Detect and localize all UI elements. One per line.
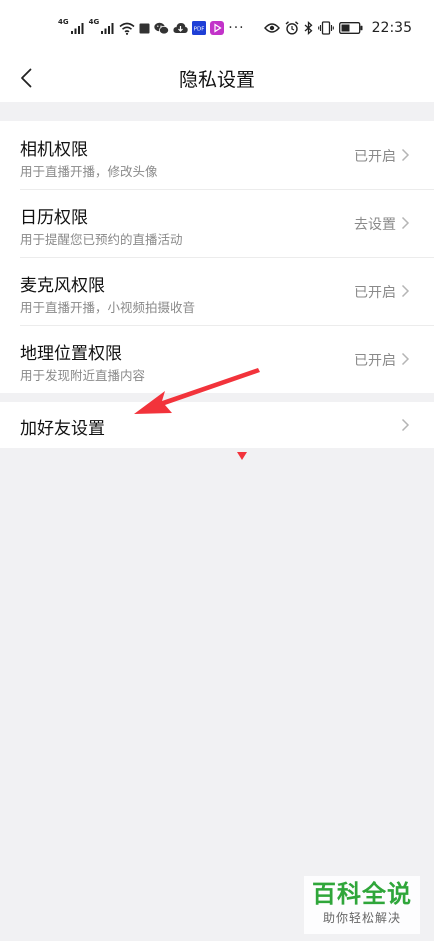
- pdf-icon: PDF: [192, 21, 207, 35]
- calendar-permission-row[interactable]: 日历权限 用于提醒您已预约的直播活动 去设置: [0, 189, 434, 257]
- stop-icon: [139, 23, 150, 33]
- cloud-icon: [173, 23, 188, 33]
- annotation-marker: [237, 452, 247, 460]
- permissions-group: 相机权限 用于直播开播，修改头像 已开启 日历权限 用于提醒您已预约的直播活动 …: [0, 121, 434, 393]
- friend-settings-group: 加好友设置: [0, 402, 434, 448]
- chevron-right-icon: [401, 418, 410, 432]
- row-subtitle: 用于提醒您已预约的直播活动: [20, 232, 183, 247]
- row-subtitle: 用于直播开播，小视频拍摄收音: [20, 300, 196, 315]
- microphone-permission-row[interactable]: 麦克风权限 用于直播开播，小视频拍摄收音 已开启: [0, 257, 434, 325]
- page-title: 隐私设置: [178, 69, 255, 91]
- row-status: 去设置: [354, 217, 396, 233]
- alarm-icon: [285, 21, 299, 35]
- eye-icon: [263, 23, 280, 33]
- chevron-right-icon: [401, 352, 410, 366]
- chevron-right-icon: [401, 148, 410, 162]
- more-notifications-indicator: ···: [228, 20, 245, 36]
- signal-icon: [101, 23, 114, 34]
- row-title: 日历权限: [20, 208, 88, 228]
- row-title: 麦克风权限: [20, 276, 105, 296]
- watermark-sub-text: 助你轻松解决: [322, 911, 401, 925]
- network-label-1: 4G: [58, 18, 69, 26]
- watermark-logo: 百科全说 助你轻松解决: [304, 876, 420, 934]
- add-friend-settings-row[interactable]: 加好友设置: [0, 402, 434, 448]
- row-status: 已开启: [354, 353, 396, 369]
- wechat-icon: [154, 22, 170, 34]
- play-icon: [210, 21, 225, 35]
- chevron-right-icon: [401, 284, 410, 298]
- chevron-right-icon: [401, 216, 410, 230]
- bluetooth-icon: [304, 21, 313, 35]
- status-bar-right: 22:35: [263, 18, 412, 38]
- status-bar: 4G 4G PDF ··· 22:35: [0, 0, 434, 56]
- pdf-icon-label: PDF: [194, 27, 205, 33]
- watermark-main-text: 百科全说: [312, 880, 412, 908]
- status-time: 22:35: [371, 20, 412, 36]
- row-subtitle: 用于直播开播，修改头像: [20, 164, 158, 179]
- camera-permission-row[interactable]: 相机权限 用于直播开播，修改头像 已开启: [0, 121, 434, 189]
- wifi-icon: [119, 22, 135, 35]
- status-bar-left: 4G 4G PDF ···: [58, 18, 245, 38]
- privacy-settings-screen: 4G 4G PDF ··· 22:35 隐私设置 相机权限 用于直播开播，修改头…: [0, 0, 434, 941]
- row-subtitle: 用于发现附近直播内容: [20, 368, 146, 383]
- nav-header: 隐私设置: [0, 56, 434, 102]
- location-permission-row[interactable]: 地理位置权限 用于发现附近直播内容 已开启: [0, 325, 434, 393]
- row-title: 相机权限: [20, 140, 88, 160]
- row-title: 加好友设置: [20, 419, 105, 439]
- row-title: 地理位置权限: [20, 344, 122, 364]
- signal-icon: [70, 23, 84, 34]
- vibrate-icon: [317, 21, 334, 35]
- battery-icon: [338, 22, 363, 34]
- row-status: 已开启: [354, 285, 396, 301]
- network-label-2: 4G: [88, 18, 100, 26]
- row-status: 已开启: [354, 149, 396, 165]
